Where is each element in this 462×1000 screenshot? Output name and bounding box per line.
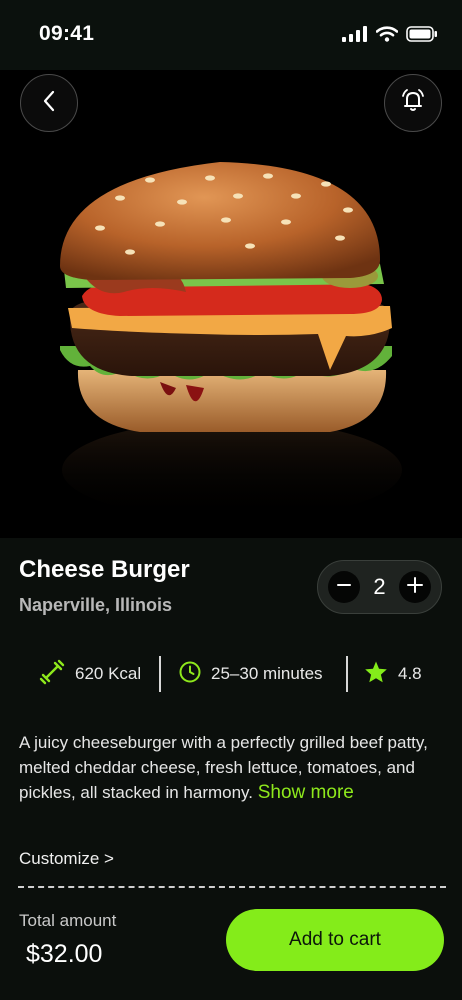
quantity-value: 2 [373,574,386,599]
time-value: 25–30 minutes [211,664,323,683]
product-image [0,70,462,538]
calories-value: 620 Kcal [75,664,142,683]
minus-icon [336,577,352,598]
product-title: Cheese Burger [19,556,190,583]
description-text: A juicy cheeseburger with a perfectly gr… [19,733,428,802]
status-bar: 09:41 [0,0,462,70]
dashed-divider [18,886,446,888]
notification-button[interactable] [384,74,442,132]
rating-value: 4.8 [398,664,422,683]
status-icons [342,26,438,47]
star-icon [364,660,388,689]
add-to-cart-button[interactable]: Add to cart [226,909,444,971]
clock-icon [179,661,201,688]
rating-stat: 4.8 [364,654,422,694]
back-icon [42,90,56,117]
quantity-stepper: 2 [317,560,442,614]
cheeseburger-photo [60,162,402,520]
dumbbell-icon [39,659,65,690]
increase-button[interactable] [399,571,431,603]
stat-divider [346,656,348,692]
status-time: 09:41 [39,22,95,45]
signal-icon [342,26,368,47]
wifi-icon [375,26,399,47]
calories-stat: 620 Kcal [39,654,141,694]
stats-row: 620 Kcal 25–30 minutes 4.8 [0,654,462,694]
customize-link[interactable]: Customize > [19,849,114,869]
bell-icon [400,88,426,119]
battery-icon [406,26,438,47]
product-description: A juicy cheeseburger with a perfectly gr… [19,730,439,805]
time-stat: 25–30 minutes [179,654,323,694]
total-label: Total amount [19,911,117,930]
show-more-link[interactable]: Show more [258,782,354,803]
plus-icon [406,576,424,599]
total-price: $32.00 [26,940,103,968]
back-button[interactable] [20,74,78,132]
product-location: Naperville, Illinois [19,595,173,615]
decrease-button[interactable] [328,571,360,603]
stat-divider [159,656,161,692]
